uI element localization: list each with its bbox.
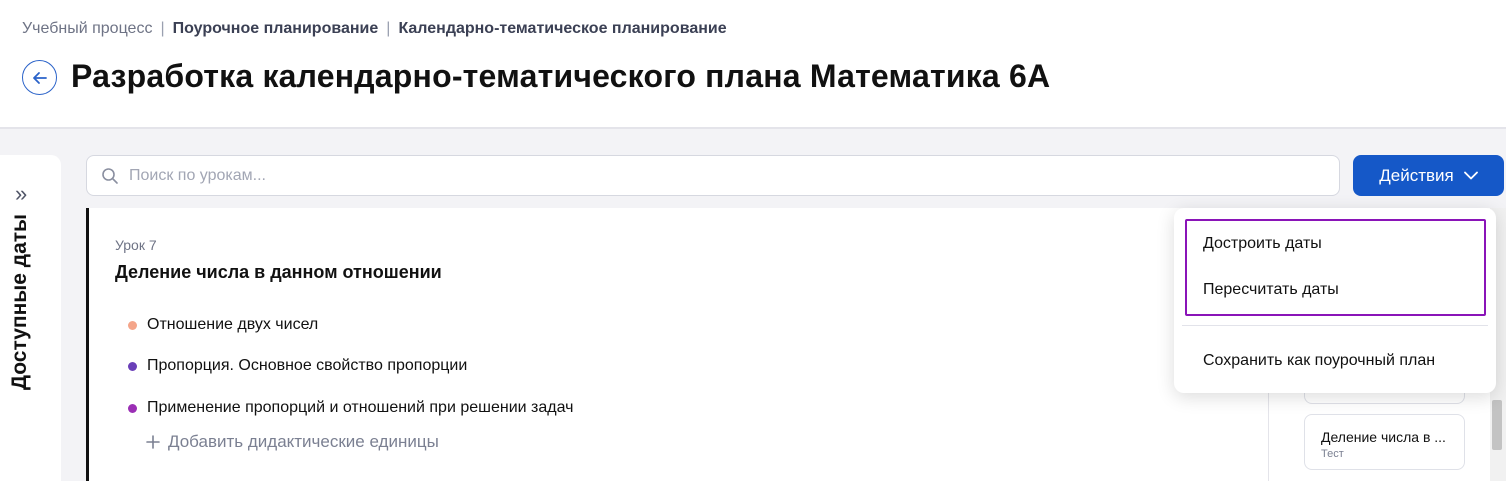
- breadcrumb-separator: |: [386, 20, 391, 37]
- chevron-down-icon: [1463, 171, 1478, 180]
- plus-icon: [146, 435, 160, 449]
- lesson-search[interactable]: [86, 155, 1340, 196]
- topic-item[interactable]: Отношение двух чисел: [128, 316, 318, 334]
- search-input[interactable]: [129, 166, 1309, 185]
- page-title: Разработка календарно-тематического план…: [71, 58, 1051, 94]
- topic-item[interactable]: Применение пропорций и отношений при реш…: [128, 399, 573, 417]
- menu-item-complete-dates[interactable]: Достроить даты: [1203, 235, 1322, 253]
- lesson-mini-card[interactable]: Деление числа в ... Тест: [1304, 414, 1465, 470]
- mini-card-subtitle: Тест: [1321, 448, 1344, 460]
- add-didactic-units-button[interactable]: Добавить дидактические единицы: [146, 432, 439, 452]
- highlight-box: [1185, 219, 1486, 316]
- topic-dot: [128, 320, 137, 330]
- breadcrumb-item-lesson-planning[interactable]: Поурочное планирование: [173, 20, 379, 38]
- topic-label: Отношение двух чисел: [147, 316, 319, 333]
- available-dates-label: Доступные даты: [8, 214, 31, 390]
- add-didactic-units-label: Добавить дидактические единицы: [168, 432, 439, 451]
- mini-card-title: Деление числа в ...: [1321, 429, 1446, 445]
- breadcrumb: Учебный процесс | Поурочное планирование…: [22, 20, 727, 38]
- lesson-title[interactable]: Деление числа в данном отношении: [115, 262, 442, 283]
- actions-button-label: Действия: [1379, 165, 1454, 185]
- menu-divider: [1182, 325, 1488, 326]
- scrollbar-thumb[interactable]: [1492, 400, 1502, 450]
- breadcrumb-item-learning-process[interactable]: Учебный процесс: [22, 20, 152, 38]
- topic-dot: [128, 403, 137, 413]
- search-icon: [101, 167, 119, 185]
- topic-item[interactable]: Пропорция. Основное свойство пропорции: [128, 357, 467, 375]
- back-button[interactable]: [22, 60, 57, 95]
- arrow-left-icon: [32, 71, 47, 84]
- topic-label: Применение пропорций и отношений при реш…: [147, 399, 574, 416]
- lesson-number: Урок 7: [115, 237, 157, 253]
- topic-dot: [128, 361, 137, 371]
- topic-label: Пропорция. Основное свойство пропорции: [147, 357, 468, 374]
- breadcrumb-item-calendar-planning[interactable]: Календарно-тематическое планирование: [398, 20, 726, 38]
- chevron-double-right-icon[interactable]: »: [15, 181, 27, 207]
- menu-item-save-as-lesson-plan[interactable]: Сохранить как поурочный план: [1203, 352, 1435, 370]
- actions-button[interactable]: Действия: [1353, 155, 1504, 196]
- menu-item-recalculate-dates[interactable]: Пересчитать даты: [1203, 281, 1339, 299]
- breadcrumb-separator: |: [160, 20, 165, 37]
